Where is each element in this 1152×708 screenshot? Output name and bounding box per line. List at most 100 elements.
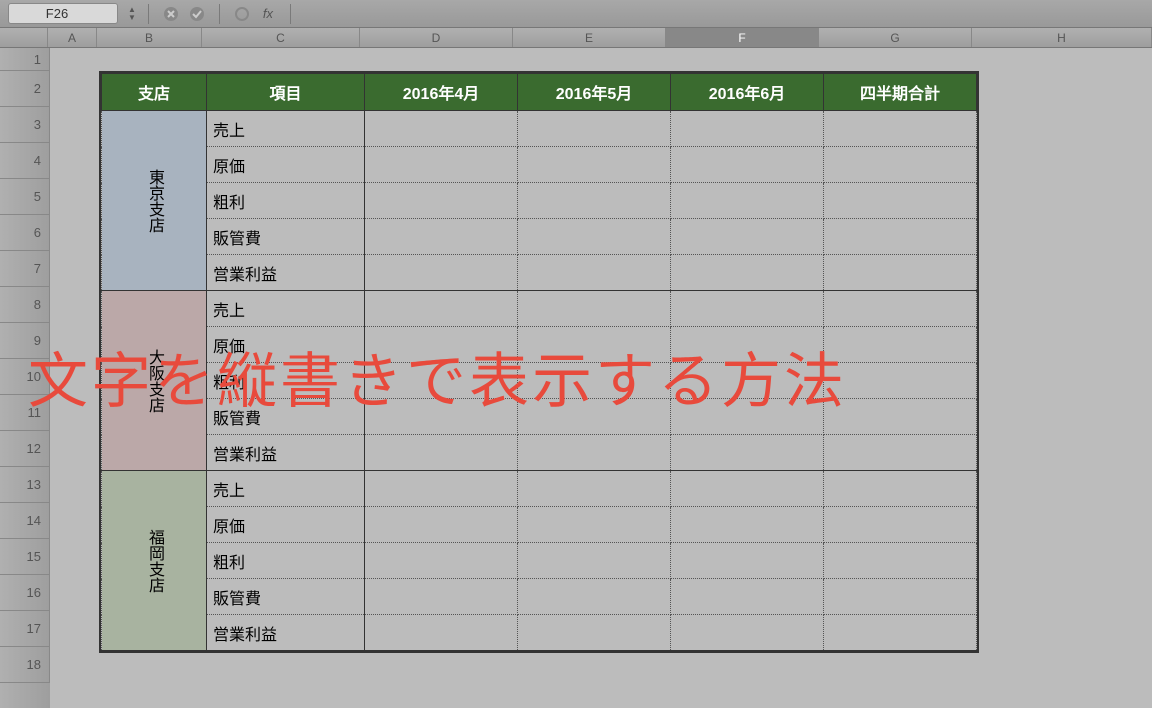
data-cell[interactable] bbox=[671, 507, 824, 543]
data-cell[interactable] bbox=[671, 255, 824, 291]
column-header-d[interactable]: D bbox=[360, 28, 513, 47]
branch-cell[interactable]: 東京支店 bbox=[102, 111, 207, 291]
table-header[interactable]: 項目 bbox=[207, 74, 365, 111]
table-header[interactable]: 2016年4月 bbox=[365, 74, 518, 111]
item-cell[interactable]: 営業利益 bbox=[207, 615, 365, 651]
item-cell[interactable]: 原価 bbox=[207, 507, 365, 543]
data-cell[interactable] bbox=[365, 219, 518, 255]
data-cell[interactable] bbox=[365, 255, 518, 291]
item-cell[interactable]: 粗利 bbox=[207, 543, 365, 579]
fx-button[interactable]: fx bbox=[258, 4, 278, 24]
data-cell[interactable] bbox=[365, 507, 518, 543]
select-all-corner[interactable] bbox=[0, 28, 48, 47]
data-cell[interactable] bbox=[365, 111, 518, 147]
data-cell[interactable] bbox=[824, 471, 977, 507]
row-header-12[interactable]: 12 bbox=[0, 431, 50, 467]
data-cell[interactable] bbox=[365, 183, 518, 219]
item-cell[interactable]: 原価 bbox=[207, 147, 365, 183]
column-header-f[interactable]: F bbox=[666, 28, 819, 47]
data-cell[interactable] bbox=[365, 435, 518, 471]
data-cell[interactable] bbox=[824, 435, 977, 471]
row-header-18[interactable]: 18 bbox=[0, 647, 50, 683]
data-cell[interactable] bbox=[518, 183, 671, 219]
data-cell[interactable] bbox=[824, 507, 977, 543]
cancel-icon bbox=[163, 6, 179, 22]
data-cell[interactable] bbox=[824, 219, 977, 255]
row-header-1[interactable]: 1 bbox=[0, 48, 50, 71]
item-cell[interactable]: 販管費 bbox=[207, 219, 365, 255]
item-cell[interactable]: 粗利 bbox=[207, 183, 365, 219]
stepper-down-icon[interactable]: ▼ bbox=[128, 14, 136, 22]
row-header-2[interactable]: 2 bbox=[0, 71, 50, 107]
data-cell[interactable] bbox=[518, 435, 671, 471]
data-cell[interactable] bbox=[518, 255, 671, 291]
row-header-8[interactable]: 8 bbox=[0, 287, 50, 323]
data-cell[interactable] bbox=[518, 471, 671, 507]
item-cell[interactable]: 売上 bbox=[207, 471, 365, 507]
table-header[interactable]: 支店 bbox=[102, 74, 207, 111]
column-header-b[interactable]: B bbox=[97, 28, 202, 47]
item-cell[interactable]: 売上 bbox=[207, 111, 365, 147]
row-header-3[interactable]: 3 bbox=[0, 107, 50, 143]
column-header-c[interactable]: C bbox=[202, 28, 360, 47]
data-cell[interactable] bbox=[824, 183, 977, 219]
data-cell[interactable] bbox=[365, 615, 518, 651]
row-header-14[interactable]: 14 bbox=[0, 503, 50, 539]
row-header-7[interactable]: 7 bbox=[0, 251, 50, 287]
data-cell[interactable] bbox=[518, 507, 671, 543]
data-cell[interactable] bbox=[824, 615, 977, 651]
row-header-5[interactable]: 5 bbox=[0, 179, 50, 215]
data-cell[interactable] bbox=[671, 615, 824, 651]
data-cell[interactable] bbox=[671, 147, 824, 183]
data-cell[interactable] bbox=[824, 579, 977, 615]
data-cell[interactable] bbox=[824, 147, 977, 183]
column-header-a[interactable]: A bbox=[48, 28, 97, 47]
confirm-button[interactable] bbox=[187, 4, 207, 24]
data-cell[interactable] bbox=[365, 543, 518, 579]
data-cell[interactable] bbox=[671, 183, 824, 219]
row-header-13[interactable]: 13 bbox=[0, 467, 50, 503]
item-cell[interactable]: 売上 bbox=[207, 291, 365, 327]
data-cell[interactable] bbox=[518, 579, 671, 615]
row-header-17[interactable]: 17 bbox=[0, 611, 50, 647]
data-cell[interactable] bbox=[671, 219, 824, 255]
row-header-16[interactable]: 16 bbox=[0, 575, 50, 611]
data-cell[interactable] bbox=[671, 435, 824, 471]
data-cell[interactable] bbox=[365, 471, 518, 507]
fx-expand-button[interactable] bbox=[232, 4, 252, 24]
cancel-button[interactable] bbox=[161, 4, 181, 24]
column-header-h[interactable]: H bbox=[972, 28, 1152, 47]
table-header[interactable]: 四半期合計 bbox=[824, 74, 977, 111]
data-cell[interactable] bbox=[671, 471, 824, 507]
data-cell[interactable] bbox=[671, 111, 824, 147]
name-box-stepper[interactable]: ▲ ▼ bbox=[128, 6, 136, 22]
data-cell[interactable] bbox=[671, 543, 824, 579]
data-cell[interactable] bbox=[671, 579, 824, 615]
item-cell[interactable]: 営業利益 bbox=[207, 255, 365, 291]
data-cell[interactable] bbox=[518, 543, 671, 579]
data-cell[interactable] bbox=[824, 255, 977, 291]
data-cell[interactable] bbox=[365, 147, 518, 183]
branch-cell[interactable]: 福岡支店 bbox=[102, 471, 207, 651]
data-cell[interactable] bbox=[671, 291, 824, 327]
data-cell[interactable] bbox=[518, 615, 671, 651]
table-header[interactable]: 2016年5月 bbox=[518, 74, 671, 111]
column-header-g[interactable]: G bbox=[819, 28, 972, 47]
data-cell[interactable] bbox=[824, 543, 977, 579]
column-header-e[interactable]: E bbox=[513, 28, 666, 47]
data-cell[interactable] bbox=[824, 291, 977, 327]
row-header-15[interactable]: 15 bbox=[0, 539, 50, 575]
name-box[interactable]: F26 bbox=[8, 3, 118, 24]
data-cell[interactable] bbox=[518, 111, 671, 147]
row-header-6[interactable]: 6 bbox=[0, 215, 50, 251]
data-cell[interactable] bbox=[365, 579, 518, 615]
data-cell[interactable] bbox=[824, 111, 977, 147]
row-header-4[interactable]: 4 bbox=[0, 143, 50, 179]
data-cell[interactable] bbox=[518, 219, 671, 255]
item-cell[interactable]: 販管費 bbox=[207, 579, 365, 615]
data-cell[interactable] bbox=[365, 291, 518, 327]
table-header[interactable]: 2016年6月 bbox=[671, 74, 824, 111]
item-cell[interactable]: 営業利益 bbox=[207, 435, 365, 471]
data-cell[interactable] bbox=[518, 291, 671, 327]
data-cell[interactable] bbox=[518, 147, 671, 183]
